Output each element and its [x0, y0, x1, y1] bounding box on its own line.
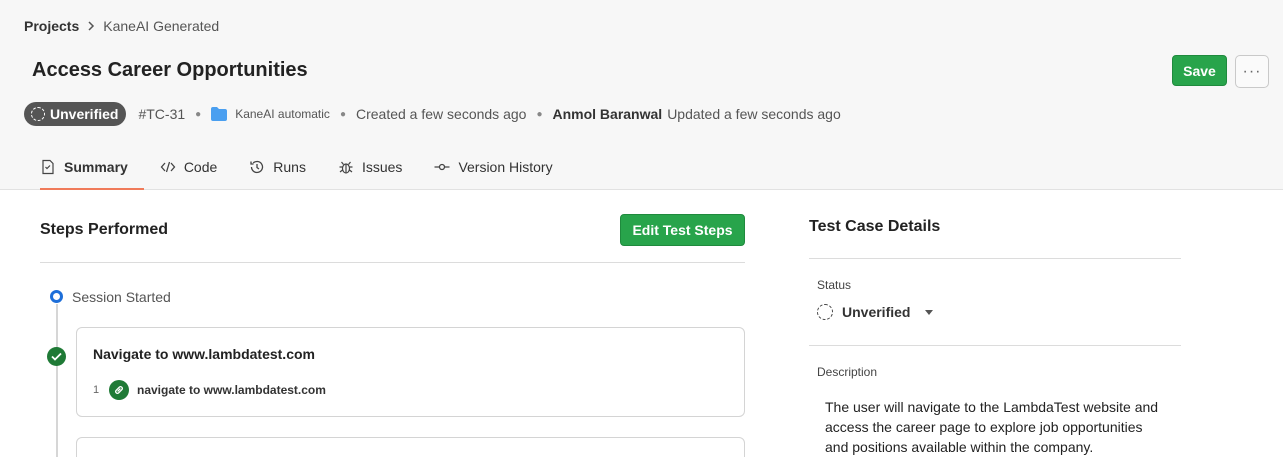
- test-case-meta: Unverified #TC-31 ● KaneAI automatic ● C…: [24, 102, 841, 126]
- breadcrumb-projects-link[interactable]: Projects: [24, 18, 79, 34]
- tab-label: Issues: [361, 159, 403, 175]
- folder-icon: [211, 107, 228, 121]
- tab-runs[interactable]: Runs: [233, 144, 322, 190]
- status-dropdown[interactable]: Unverified: [817, 304, 934, 320]
- status-badge: Unverified: [24, 102, 127, 126]
- divider: [809, 345, 1181, 346]
- step-card[interactable]: Navigate to www.lambdatest.com 1 navigat…: [76, 327, 745, 417]
- description-text[interactable]: The user will navigate to the LambdaTest…: [825, 397, 1165, 457]
- author-name: Anmol Baranwal: [552, 106, 663, 122]
- step-action-number: 1: [93, 384, 100, 396]
- tab-code[interactable]: Code: [144, 144, 233, 190]
- folder-link[interactable]: KaneAI automatic: [211, 107, 330, 121]
- check-icon: [47, 347, 66, 366]
- unverified-icon: [817, 304, 833, 320]
- summary-icon: [42, 159, 54, 175]
- save-button[interactable]: Save: [1172, 55, 1227, 86]
- link-icon: [109, 380, 129, 400]
- code-icon: [160, 161, 176, 173]
- bug-icon: [339, 161, 353, 174]
- separator-dot: ●: [339, 108, 346, 120]
- history-icon: [250, 160, 264, 174]
- tab-label: Code: [183, 159, 218, 175]
- divider: [40, 262, 745, 263]
- folder-name: KaneAI automatic: [235, 107, 330, 121]
- page-header: Projects KaneAI Generated Access Career …: [0, 0, 1283, 190]
- commit-icon: [434, 163, 450, 171]
- step-card[interactable]: [76, 437, 745, 457]
- separator-dot: ●: [195, 108, 202, 120]
- breadcrumb-current[interactable]: KaneAI Generated: [103, 18, 219, 34]
- session-start-icon: [50, 290, 63, 303]
- status-value: Unverified: [842, 304, 911, 320]
- status-label: Status: [817, 278, 852, 292]
- caret-down-icon: [925, 309, 934, 315]
- tab-version-history[interactable]: Version History: [418, 144, 568, 190]
- status-badge-label: Unverified: [50, 106, 119, 122]
- timeline-line: [56, 304, 58, 457]
- breadcrumb: Projects KaneAI Generated: [24, 18, 219, 34]
- tab-label: Runs: [273, 159, 306, 175]
- tab-bar: Summary Code Runs Issues Version History: [24, 144, 569, 190]
- step-action-text: navigate to www.lambdatest.com: [137, 383, 326, 397]
- chevron-right-icon: [87, 18, 95, 34]
- details-heading: Test Case Details: [809, 218, 941, 235]
- edit-test-steps-button[interactable]: Edit Test Steps: [620, 214, 745, 246]
- step-action: 1 navigate to www.lambdatest.com: [93, 380, 326, 400]
- tab-issues[interactable]: Issues: [322, 144, 418, 190]
- unverified-icon: [31, 107, 45, 121]
- more-options-button[interactable]: ···: [1235, 55, 1269, 88]
- page-title[interactable]: Access Career Opportunities: [32, 59, 308, 82]
- divider: [809, 258, 1181, 259]
- tab-label: Version History: [458, 159, 553, 175]
- test-case-id: #TC-31: [138, 106, 186, 122]
- updated-time: Updated a few seconds ago: [667, 106, 841, 122]
- created-time: Created a few seconds ago: [355, 106, 527, 122]
- tab-summary[interactable]: Summary: [24, 144, 144, 190]
- tab-label: Summary: [64, 159, 128, 175]
- session-started-label: Session Started: [72, 289, 171, 305]
- more-icon: ···: [1242, 62, 1262, 80]
- separator-dot: ●: [536, 108, 543, 120]
- description-label: Description: [817, 365, 878, 379]
- steps-heading: Steps Performed: [40, 221, 169, 238]
- step-title: Navigate to www.lambdatest.com: [93, 346, 315, 362]
